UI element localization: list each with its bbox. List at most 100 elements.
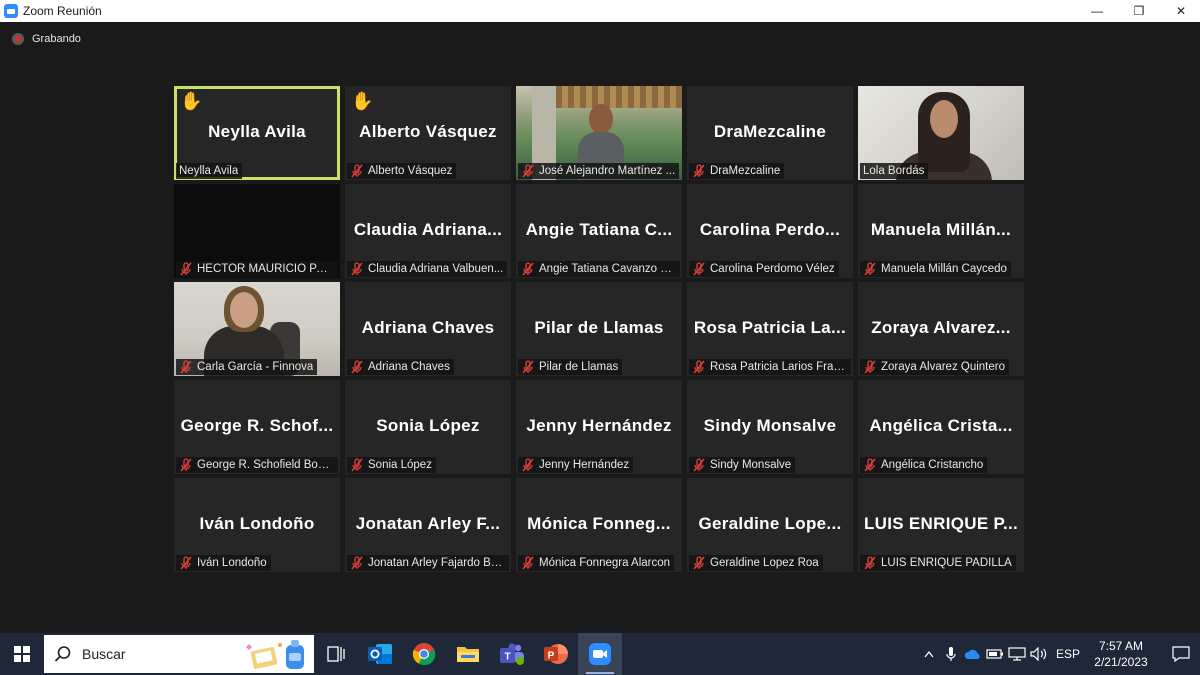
- muted-microphone-icon: [522, 262, 534, 276]
- battery-tray-button[interactable]: [984, 633, 1006, 675]
- volume-tray-button[interactable]: [1028, 633, 1050, 675]
- muted-microphone-icon: [864, 556, 876, 570]
- participant-display-name: Iván Londoño: [199, 514, 315, 533]
- input-language-indicator[interactable]: ESP: [1056, 647, 1080, 661]
- taskbar-task-view[interactable]: [314, 633, 358, 675]
- participant-name-tag: Rosa Patricia Larios Francia: [689, 359, 851, 375]
- window-controls: — ❐ ✕: [1074, 0, 1200, 22]
- participant-name: Neylla Avila: [179, 165, 239, 177]
- participant-tile[interactable]: Zoraya Alvarez... Zoraya Alvarez Quintero: [858, 282, 1024, 376]
- taskbar-teams[interactable]: T: [490, 633, 534, 675]
- raised-hand-icon: ✋: [180, 91, 203, 111]
- notification-icon: [1172, 646, 1190, 662]
- muted-microphone-icon: [864, 458, 876, 472]
- participant-name-tag: Jonatan Arley Fajardo Bui...: [347, 555, 509, 571]
- participant-name: Jonatan Arley Fajardo Bui...: [368, 557, 505, 569]
- participant-name-tag: Adriana Chaves: [347, 359, 454, 375]
- participant-tile[interactable]: Jonatan Arley F... Jonatan Arley Fajardo …: [345, 478, 511, 572]
- onedrive-tray-button[interactable]: [962, 633, 984, 675]
- participant-display-name: Alberto Vásquez: [359, 122, 497, 141]
- taskbar-outlook[interactable]: [358, 633, 402, 675]
- participant-tile[interactable]: Claudia Adriana... Claudia Adriana Valbue…: [345, 184, 511, 278]
- participant-name: José Alejandro Martínez ...: [539, 165, 676, 177]
- participant-name: Sindy Monsalve: [710, 459, 792, 471]
- muted-microphone-icon: [180, 556, 192, 570]
- start-button[interactable]: [0, 633, 44, 675]
- windows-icon: [14, 646, 30, 662]
- participant-tile[interactable]: Angélica Crista... Angélica Cristancho: [858, 380, 1024, 474]
- taskbar-powerpoint[interactable]: P: [534, 633, 578, 675]
- participant-tile[interactable]: Sindy Monsalve Sindy Monsalve: [687, 380, 853, 474]
- show-hidden-icons-button[interactable]: [918, 633, 940, 675]
- search-placeholder: Buscar: [82, 646, 126, 662]
- raised-hand-icon: ✋: [351, 91, 374, 111]
- participant-name: Manuela Millán Caycedo: [881, 263, 1007, 275]
- taskbar-search[interactable]: Buscar: [44, 635, 314, 673]
- gallery-grid: Neylla Avila ✋ Neylla Avila Alberto Vásquez…: [174, 86, 1026, 572]
- notification-center-button[interactable]: [1162, 633, 1200, 675]
- close-button[interactable]: ✕: [1162, 0, 1200, 22]
- participant-tile[interactable]: Sonia López Sonia López: [345, 380, 511, 474]
- participant-tile[interactable]: Mónica Fonneg... Mónica Fonnegra Alarcon: [516, 478, 682, 572]
- participant-name-tag: George R. Schofield Bone...: [176, 457, 338, 473]
- participant-tile[interactable]: Alberto Vásquez ✋ Alberto Vásquez: [345, 86, 511, 180]
- participant-tile[interactable]: HECTOR MAURICIO PAEZ...: [174, 184, 340, 278]
- search-highlight-illustration: [246, 640, 304, 669]
- taskbar-zoom[interactable]: [578, 633, 622, 675]
- participant-tile[interactable]: Pilar de Llamas Pilar de Llamas: [516, 282, 682, 376]
- teams-icon: T: [500, 643, 524, 665]
- participant-tile[interactable]: George R. Schof... George R. Schofield Bo…: [174, 380, 340, 474]
- participant-display-name: Claudia Adriana...: [353, 220, 503, 239]
- participant-name-tag: Zoraya Alvarez Quintero: [860, 359, 1010, 375]
- participant-tile[interactable]: Neylla Avila ✋ Neylla Avila: [174, 86, 340, 180]
- participant-name-tag: Geraldine Lopez Roa: [689, 555, 823, 571]
- active-app-indicator: [586, 672, 614, 674]
- participant-tile[interactable]: Jenny Hernández Jenny Hernández: [516, 380, 682, 474]
- participant-name: Geraldine Lopez Roa: [710, 557, 819, 569]
- participant-name-tag: Angie Tatiana Cavanzo G...: [518, 261, 680, 277]
- system-tray: ESP 7:57 AM 2/21/2023: [918, 633, 1200, 675]
- taskbar: Buscar T P ESP 7:57 AM 2/21/2023: [0, 633, 1200, 675]
- participant-tile[interactable]: Rosa Patricia La... Rosa Patricia Larios …: [687, 282, 853, 376]
- muted-microphone-icon: [351, 556, 363, 570]
- taskbar-chrome[interactable]: [402, 633, 446, 675]
- outlook-icon: [368, 644, 392, 664]
- muted-microphone-icon: [864, 360, 876, 374]
- recording-indicator[interactable]: Grabando: [12, 33, 81, 45]
- participant-tile[interactable]: LUIS ENRIQUE P... LUIS ENRIQUE PADILLA: [858, 478, 1024, 572]
- network-tray-button[interactable]: [1006, 633, 1028, 675]
- participant-name-tag: Mónica Fonnegra Alarcon: [518, 555, 675, 571]
- participant-tile[interactable]: Angie Tatiana C... Angie Tatiana Cavanzo …: [516, 184, 682, 278]
- muted-microphone-icon: [864, 262, 876, 276]
- participant-display-name: Mónica Fonneg...: [527, 514, 671, 533]
- participant-display-name: Jenny Hernández: [526, 416, 672, 435]
- participant-tile[interactable]: Lola Bordás: [858, 86, 1024, 180]
- microphone-icon: [946, 647, 956, 661]
- title-bar: Zoom Reunión — ❐ ✕: [0, 0, 1200, 22]
- participant-tile[interactable]: DraMezcaline DraMezcaline: [687, 86, 853, 180]
- participant-name-tag: José Alejandro Martínez ...: [518, 163, 680, 179]
- participant-tile[interactable]: Iván Londoño Iván Londoño: [174, 478, 340, 572]
- participant-name-tag: Neylla Avila: [176, 163, 243, 179]
- clock[interactable]: 7:57 AM 2/21/2023: [1090, 638, 1152, 670]
- participant-tile[interactable]: Carla García - Finnova: [174, 282, 340, 376]
- participant-name-tag: Angélica Cristancho: [860, 457, 988, 473]
- muted-microphone-icon: [180, 360, 192, 374]
- participant-tile[interactable]: Geraldine Lope... Geraldine Lopez Roa: [687, 478, 853, 572]
- participant-tile[interactable]: Adriana Chaves Adriana Chaves: [345, 282, 511, 376]
- participant-tile[interactable]: Carolina Perdo... Carolina Perdomo Vélez: [687, 184, 853, 278]
- participant-name-tag: Carolina Perdomo Vélez: [689, 261, 839, 277]
- participant-display-name: Manuela Millán...: [870, 220, 1012, 239]
- microphone-tray-button[interactable]: [940, 633, 962, 675]
- participant-name-tag: Alberto Vásquez: [347, 163, 457, 179]
- muted-microphone-icon: [693, 360, 705, 374]
- taskbar-file-explorer[interactable]: [446, 633, 490, 675]
- powerpoint-icon: P: [544, 644, 568, 664]
- minimize-button[interactable]: —: [1078, 0, 1116, 22]
- network-icon: [1008, 647, 1026, 661]
- battery-icon: [986, 649, 1003, 659]
- participant-name: Angélica Cristancho: [881, 459, 984, 471]
- participant-tile[interactable]: José Alejandro Martínez ...: [516, 86, 682, 180]
- maximize-button[interactable]: ❐: [1120, 0, 1158, 22]
- participant-tile[interactable]: Manuela Millán... Manuela Millán Caycedo: [858, 184, 1024, 278]
